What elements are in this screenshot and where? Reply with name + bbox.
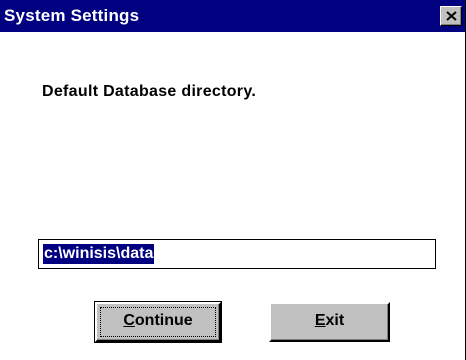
close-icon bbox=[446, 11, 457, 21]
window-title: System Settings bbox=[4, 6, 140, 25]
title-bar[interactable]: System Settings bbox=[0, 0, 465, 32]
prompt-label: Default Database directory. bbox=[42, 83, 257, 100]
system-settings-dialog: System Settings Default Database directo… bbox=[0, 0, 466, 360]
continue-mnemonic: C bbox=[123, 312, 135, 329]
exit-label: xit bbox=[325, 312, 345, 329]
database-directory-value[interactable]: c:\winisis\data bbox=[43, 244, 155, 264]
database-directory-input[interactable]: c:\winisis\data bbox=[38, 239, 436, 269]
close-button[interactable] bbox=[440, 6, 462, 26]
exit-button[interactable]: Exit bbox=[269, 302, 390, 342]
continue-label: ontinue bbox=[134, 312, 193, 329]
continue-button[interactable]: Continue bbox=[94, 301, 222, 343]
exit-mnemonic: E bbox=[314, 312, 326, 329]
